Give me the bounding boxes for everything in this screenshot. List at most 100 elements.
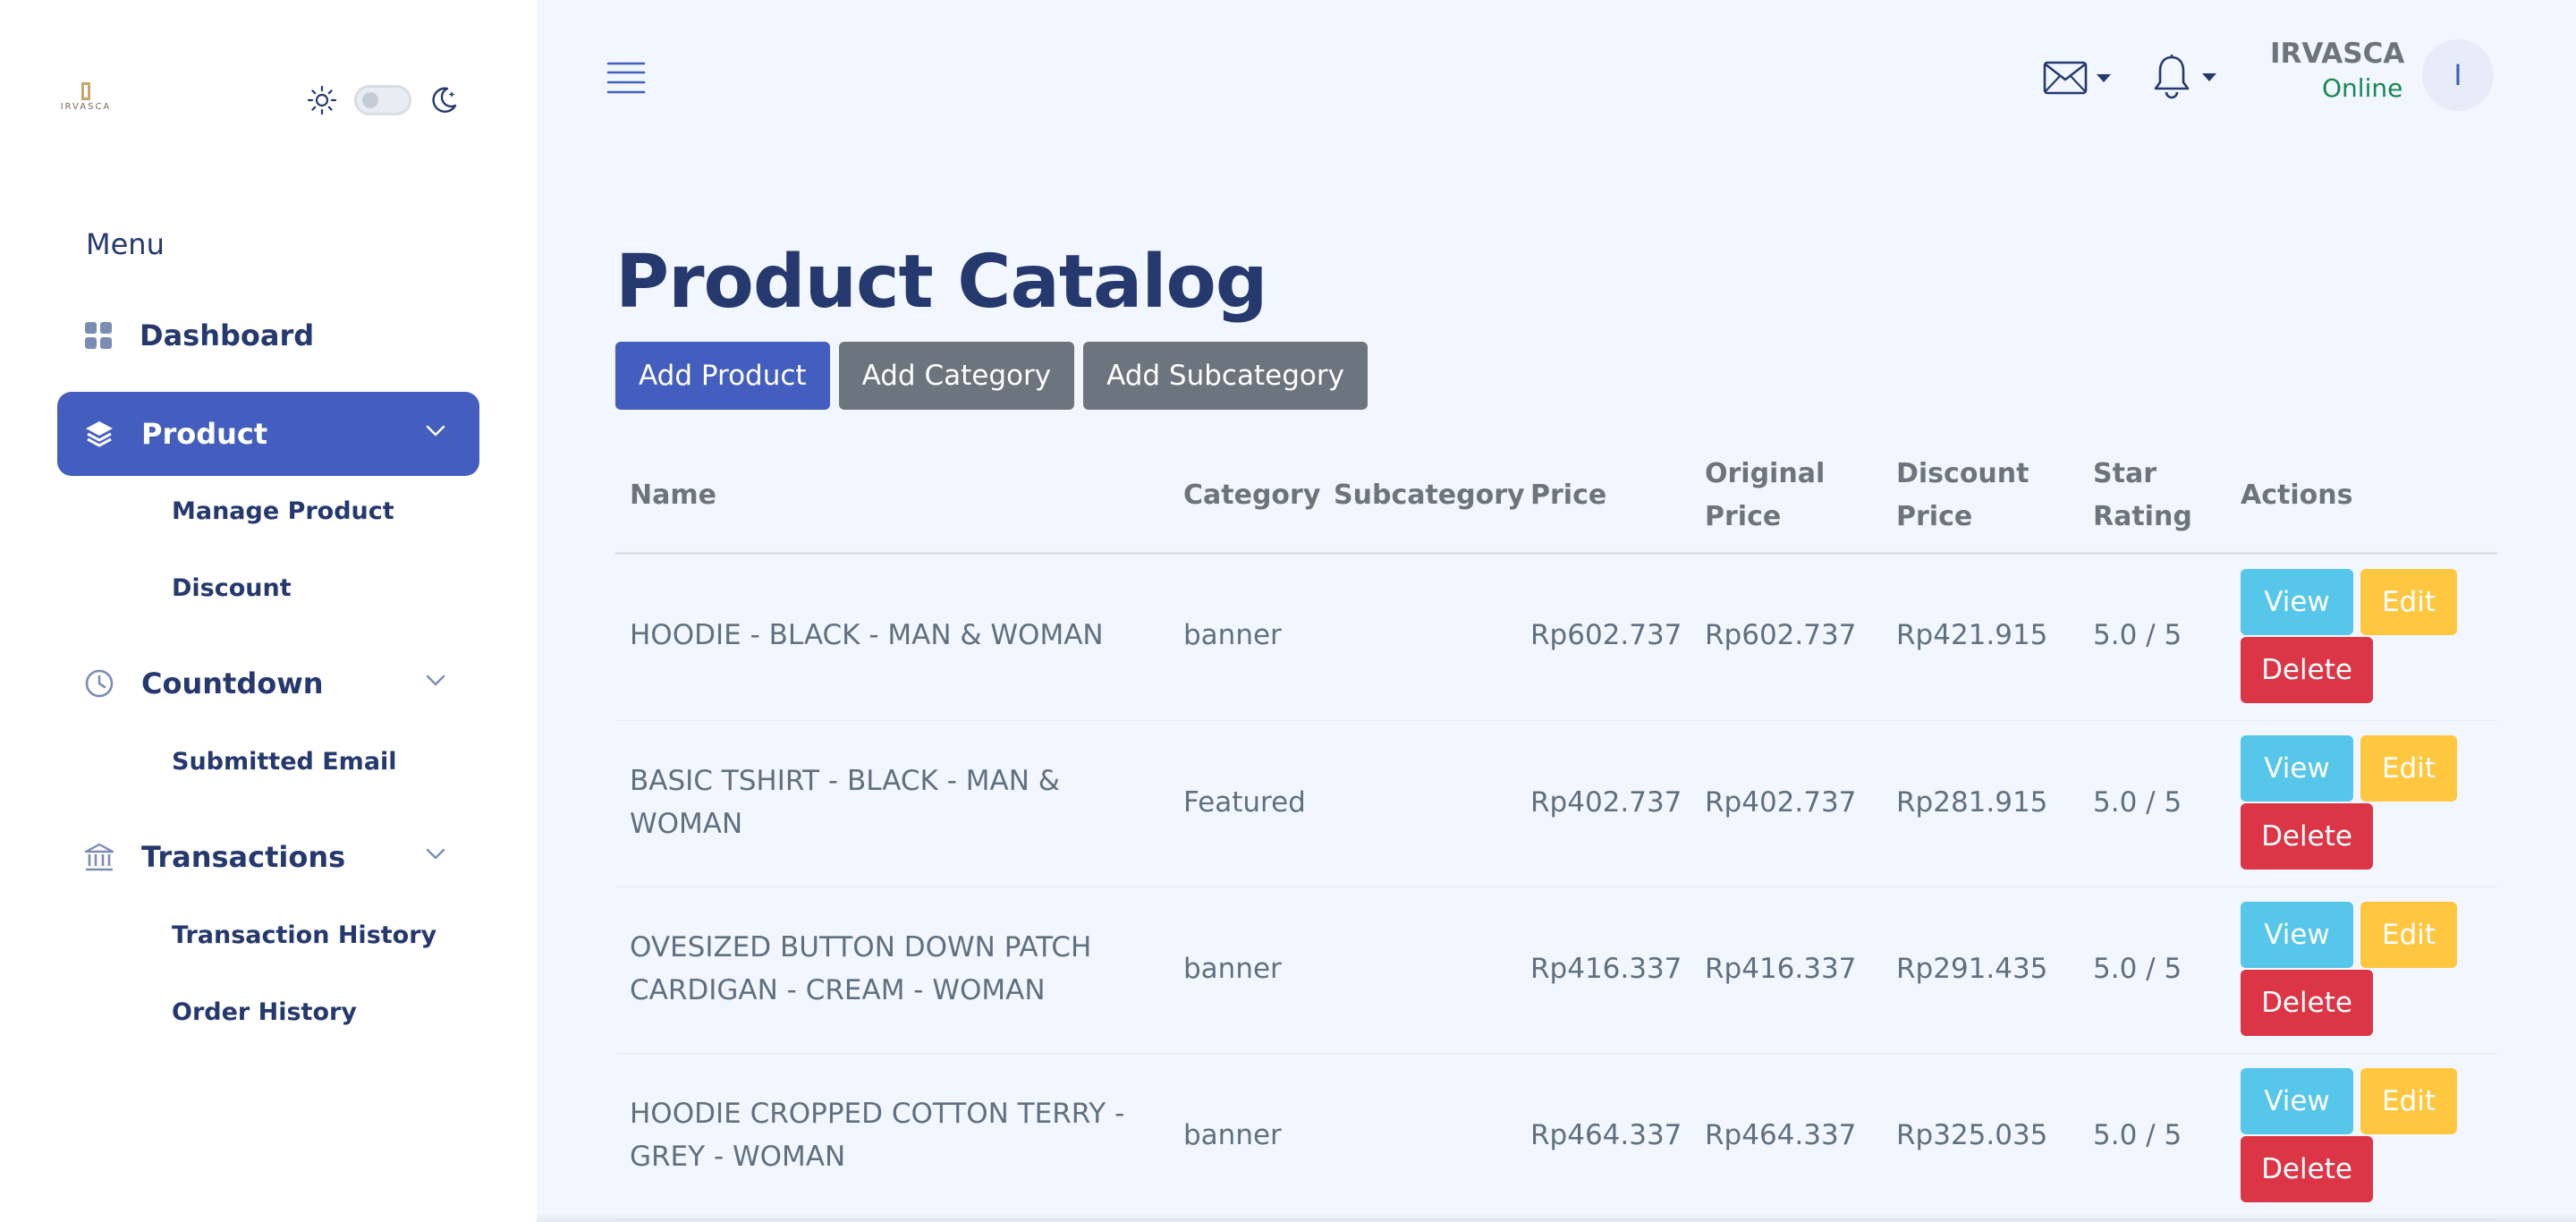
notifications-dropdown[interactable] — [2152, 54, 2216, 100]
cell-price: Rp464.337 — [1530, 1119, 1682, 1151]
column-header-line: Rating — [2093, 501, 2192, 532]
add-product-button[interactable]: Add Product — [615, 342, 830, 410]
cell-category: banner — [1183, 1119, 1282, 1151]
add-subcategory-button[interactable]: Add Subcategory — [1083, 342, 1368, 410]
column-header-category: Category — [1183, 479, 1321, 511]
cell-original-price: Rp402.737 — [1705, 786, 1857, 819]
cell-discount-price: Rp325.035 — [1896, 1119, 2048, 1151]
delete-button[interactable]: Delete — [2241, 970, 2373, 1036]
sidebar-item-label: Transactions — [141, 840, 346, 874]
bank-icon — [84, 843, 114, 871]
logo-mark-icon — [81, 82, 90, 100]
submenu-order-history[interactable]: Order History — [172, 998, 357, 1026]
avatar[interactable]: I — [2422, 39, 2494, 111]
bottom-shadow — [537, 1213, 2576, 1222]
view-button[interactable]: View — [2241, 569, 2353, 635]
cell-name-line: HOODIE CROPPED COTTON TERRY - — [630, 1098, 1125, 1130]
sidebar-item-countdown[interactable]: Countdown — [57, 641, 479, 726]
cell-original-price: Rp602.737 — [1705, 619, 1857, 651]
cell-name-line: BASIC TSHIRT - BLACK - MAN & — [630, 765, 1060, 797]
delete-button[interactable]: Delete — [2241, 1136, 2373, 1202]
caret-down-icon — [2097, 73, 2111, 82]
menu-title: Menu — [86, 227, 165, 261]
cell-price: Rp402.737 — [1530, 786, 1682, 819]
theme-toggle — [306, 81, 460, 120]
table-row: OVESIZED BUTTON DOWN PATCH CARDIGAN - CR… — [615, 887, 2497, 1054]
logo-text: IRVASCA — [60, 102, 112, 112]
column-header-line: Price — [1896, 501, 1973, 532]
sidebar-item-label: Countdown — [141, 666, 324, 700]
cell-rating: 5.0 / 5 — [2093, 786, 2182, 819]
cell-name-line: WOMAN — [630, 808, 743, 840]
sidebar-item-dashboard[interactable]: Dashboard — [57, 293, 479, 378]
table-row: HOODIE - BLACK - MAN & WOMAN banner Rp60… — [615, 555, 2497, 721]
delete-button[interactable]: Delete — [2241, 637, 2373, 703]
cell-discount-price: Rp421.915 — [1896, 619, 2048, 651]
chevron-down-icon — [426, 425, 445, 437]
submenu-manage-product[interactable]: Manage Product — [172, 497, 394, 525]
cell-name-line: CARDIGAN - CREAM - WOMAN — [630, 974, 1046, 1006]
cell-name-line: HOODIE - BLACK - MAN & WOMAN — [630, 619, 1104, 651]
grid-icon — [85, 322, 112, 349]
cell-name: HOODIE - BLACK - MAN & WOMAN — [630, 614, 1104, 657]
sun-icon — [307, 85, 337, 115]
cell-name-line: OVESIZED BUTTON DOWN PATCH — [630, 931, 1092, 963]
edit-button[interactable]: Edit — [2360, 735, 2457, 802]
column-header-name: Name — [630, 479, 716, 511]
brand-logo[interactable]: IRVASCA — [54, 82, 118, 118]
sidebar-item-transactions[interactable]: Transactions — [57, 815, 479, 899]
submenu-submitted-email[interactable]: Submitted Email — [172, 748, 397, 776]
hamburger-icon — [606, 62, 646, 94]
view-button[interactable]: View — [2241, 902, 2353, 968]
cell-price: Rp416.337 — [1530, 953, 1682, 985]
cell-category: banner — [1183, 953, 1282, 985]
submenu-transaction-history[interactable]: Transaction History — [172, 921, 436, 949]
edit-button[interactable]: Edit — [2360, 569, 2457, 635]
cell-name-line: GREY - WOMAN — [630, 1141, 846, 1173]
column-header-line: Original — [1705, 458, 1826, 489]
column-header-line: Star — [2093, 458, 2157, 489]
cell-original-price: Rp464.337 — [1705, 1119, 1857, 1151]
cell-rating: 5.0 / 5 — [2093, 1119, 2182, 1151]
cell-rating: 5.0 / 5 — [2093, 619, 2182, 651]
bell-icon — [2154, 55, 2190, 99]
table-header: Name Category Subcategory Price Original… — [615, 447, 2497, 555]
user-name: IRVASCA — [2270, 38, 2405, 70]
cell-name: BASIC TSHIRT - BLACK - MAN & WOMAN — [630, 760, 1060, 845]
sidebar-item-product[interactable]: Product — [57, 392, 479, 476]
envelope-icon — [2043, 61, 2088, 95]
moon-icon — [432, 87, 457, 113]
column-header-price: Price — [1530, 479, 1607, 511]
cell-price: Rp602.737 — [1530, 619, 1682, 651]
dark-mode-switch[interactable] — [354, 85, 411, 115]
column-header-original-price: Original Price — [1705, 453, 1825, 539]
sidebar: IRVASCA Menu Dashboard Product Manage Pr… — [0, 0, 537, 1222]
delete-button[interactable]: Delete — [2241, 803, 2373, 870]
column-header-discount-price: Discount Price — [1896, 453, 2029, 539]
page-title: Product Catalog — [615, 240, 1267, 325]
cell-category: Featured — [1183, 786, 1306, 819]
cell-rating: 5.0 / 5 — [2093, 953, 2182, 985]
sidebar-toggle-button[interactable] — [606, 61, 646, 98]
table-row: HOODIE CROPPED COTTON TERRY - GREY - WOM… — [615, 1054, 2497, 1220]
view-button[interactable]: View — [2241, 735, 2353, 802]
view-button[interactable]: View — [2241, 1068, 2353, 1134]
edit-button[interactable]: Edit — [2360, 1068, 2457, 1134]
cell-discount-price: Rp291.435 — [1896, 953, 2048, 985]
table-row: BASIC TSHIRT - BLACK - MAN & WOMAN Featu… — [615, 721, 2497, 887]
column-header-subcategory: Subcategory — [1334, 479, 1525, 511]
user-status: Online — [2322, 73, 2403, 103]
layers-icon — [86, 421, 113, 447]
add-category-button[interactable]: Add Category — [838, 342, 1075, 410]
product-table: Name Category Subcategory Price Original… — [615, 447, 2497, 1220]
column-header-star-rating: Star Rating — [2093, 453, 2192, 539]
messages-dropdown[interactable] — [2043, 61, 2111, 95]
cell-name: HOODIE CROPPED COTTON TERRY - GREY - WOM… — [630, 1092, 1124, 1178]
submenu-discount[interactable]: Discount — [172, 574, 292, 602]
page-actions: Add Product Add Category Add Subcategory — [615, 342, 1368, 410]
cell-name: OVESIZED BUTTON DOWN PATCH CARDIGAN - CR… — [630, 926, 1091, 1012]
chevron-down-icon — [426, 848, 445, 860]
cell-category: banner — [1183, 619, 1282, 651]
edit-button[interactable]: Edit — [2360, 902, 2457, 968]
sidebar-item-label: Dashboard — [140, 318, 315, 352]
